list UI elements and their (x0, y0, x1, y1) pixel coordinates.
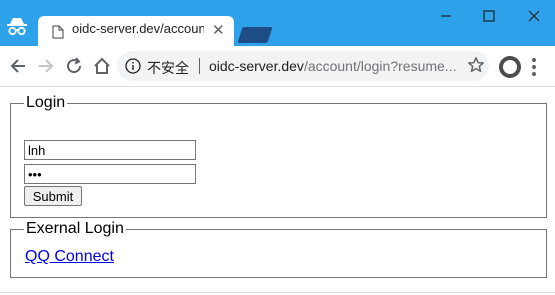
info-icon[interactable] (125, 58, 141, 74)
minimize-icon[interactable] (436, 6, 456, 26)
submit-button[interactable]: Submit (24, 186, 82, 206)
back-arrow-icon[interactable] (8, 56, 28, 76)
page-bottom-divider (0, 292, 555, 293)
browser-toolbar: 不安全 oidc-server.dev/account/login?resume… (0, 46, 555, 87)
security-status-label: 不安全 (147, 60, 189, 76)
login-legend: Login (26, 94, 66, 111)
username-input[interactable] (24, 140, 196, 160)
password-input[interactable] (24, 164, 196, 184)
home-icon[interactable] (92, 56, 112, 76)
url-path: /account/login?resume... (303, 58, 457, 74)
address-separator (199, 58, 200, 74)
qq-connect-link[interactable]: QQ Connect (25, 248, 114, 266)
bookmark-star-icon[interactable] (467, 56, 485, 74)
profile-avatar-icon[interactable] (499, 56, 521, 78)
close-tab-icon[interactable]: ✕ (212, 21, 225, 41)
address-bar[interactable]: 不安全 oidc-server.dev/account/login?resume… (117, 51, 489, 81)
url-host: oidc-server.dev (209, 58, 304, 74)
url-text[interactable]: oidc-server.dev/account/login?resume... (209, 58, 457, 74)
menu-dots-icon[interactable] (532, 58, 536, 76)
forward-arrow-icon[interactable] (36, 56, 56, 76)
tab-title: oidc-server.dev/account/ (72, 21, 204, 36)
document-icon (52, 25, 64, 39)
external-login-legend: Exernal Login (26, 220, 124, 237)
maximize-icon[interactable] (479, 6, 499, 26)
reload-icon[interactable] (64, 56, 84, 76)
incognito-icon (7, 18, 27, 36)
new-tab-button[interactable] (237, 27, 273, 43)
title-bar: oidc-server.dev/account/ ✕ (0, 0, 555, 46)
close-window-icon[interactable] (524, 6, 544, 26)
